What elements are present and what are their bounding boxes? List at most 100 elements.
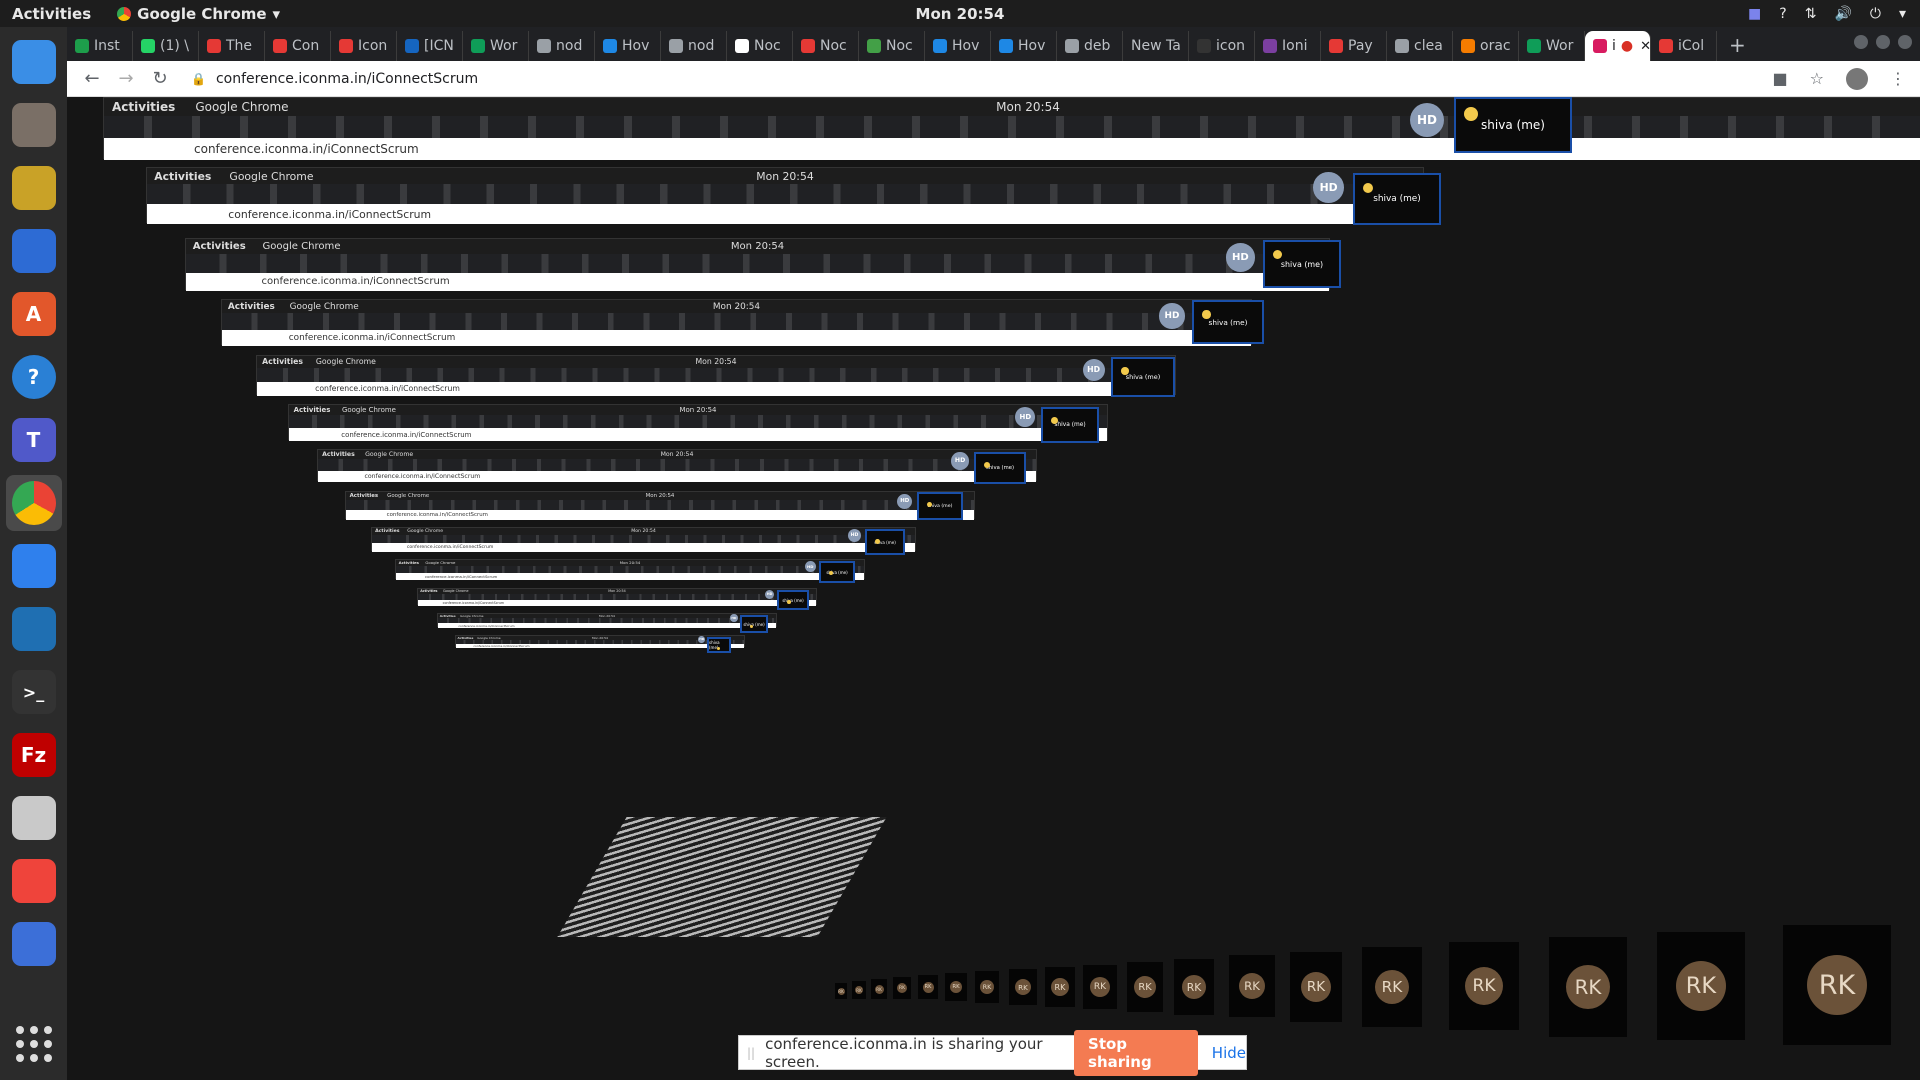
- browser-tab[interactable]: Hov: [991, 31, 1057, 61]
- profile-avatar[interactable]: [1846, 67, 1868, 90]
- participant-video-tile[interactable]: RK: [1083, 965, 1117, 1009]
- dock-item-files[interactable]: [6, 97, 62, 153]
- host-avatar[interactable]: HD: [1082, 358, 1105, 381]
- dock-item-terminal[interactable]: >_: [6, 664, 62, 720]
- self-video-tile[interactable]: shiva (me): [865, 529, 905, 555]
- self-video-tile[interactable]: shiva (me): [819, 561, 855, 583]
- browser-tab[interactable]: nod: [529, 31, 595, 61]
- self-video-tile[interactable]: shiva (me): [917, 492, 963, 520]
- participant-video-tile[interactable]: RK: [1174, 959, 1214, 1015]
- participant-video-tile[interactable]: RK: [945, 973, 967, 1001]
- host-avatar[interactable]: HD: [951, 452, 969, 470]
- volume-icon[interactable]: 🔊: [1834, 6, 1851, 22]
- self-video-tile[interactable]: shiva (me): [707, 637, 731, 653]
- power-icon[interactable]: ⏻: [1870, 6, 1881, 22]
- self-video-tile[interactable]: shiva (me): [1454, 97, 1572, 153]
- dock-item-filezilla[interactable]: Fz: [6, 727, 62, 783]
- back-icon[interactable]: ←: [83, 68, 101, 89]
- dock-item-vscode[interactable]: [6, 538, 62, 594]
- participant-video-tile[interactable]: RK: [1229, 955, 1275, 1017]
- self-video-tile[interactable]: shiva (me): [1263, 240, 1341, 288]
- browser-tab[interactable]: deb: [1057, 31, 1123, 61]
- host-avatar[interactable]: HD: [698, 636, 706, 643]
- host-avatar[interactable]: HD: [1159, 303, 1185, 329]
- dock-item-teams[interactable]: T: [6, 412, 62, 468]
- browser-tab[interactable]: Noc: [727, 31, 793, 61]
- network-icon[interactable]: ⇅: [1805, 6, 1817, 22]
- browser-tab[interactable]: Inst: [67, 31, 133, 61]
- dock-item-software-center[interactable]: A: [6, 286, 62, 342]
- hide-button[interactable]: Hide: [1212, 1044, 1246, 1062]
- browser-tab[interactable]: Hov: [925, 31, 991, 61]
- browser-tab[interactable]: Icon: [331, 31, 397, 61]
- stop-sharing-button[interactable]: Stop sharing: [1074, 1029, 1198, 1076]
- self-video-tile[interactable]: shiva (me): [1192, 300, 1264, 344]
- dock-item-rhythmbox[interactable]: [6, 160, 62, 216]
- close-tab-icon[interactable]: ✕: [1640, 39, 1650, 54]
- browser-tab[interactable]: Wor: [463, 31, 529, 61]
- help-icon[interactable]: ?: [1779, 6, 1786, 22]
- dock-item-anydesk[interactable]: [6, 853, 62, 909]
- participant-video-tile[interactable]: RK: [975, 971, 999, 1003]
- system-tray[interactable]: ■ ? ⇅ 🔊 ⏻ ▾: [1748, 0, 1906, 27]
- participant-video-tile[interactable]: RK: [893, 977, 911, 999]
- host-avatar[interactable]: HD: [1410, 103, 1444, 137]
- browser-tab[interactable]: clea: [1387, 31, 1453, 61]
- kebab-menu-icon[interactable]: ⋮: [1890, 69, 1906, 88]
- lock-icon[interactable]: 🔒: [191, 72, 206, 86]
- activities-button[interactable]: Activities: [12, 5, 91, 23]
- browser-tab[interactable]: Wor: [1519, 31, 1585, 61]
- clock[interactable]: Mon 20:54: [0, 5, 1920, 23]
- close-window-button[interactable]: [1898, 35, 1912, 49]
- browser-tab[interactable]: New Ta: [1123, 31, 1189, 61]
- participant-video-tile[interactable]: RK: [1449, 942, 1519, 1030]
- browser-tab[interactable]: Hov: [595, 31, 661, 61]
- host-avatar[interactable]: HD: [1226, 243, 1255, 272]
- browser-tab[interactable]: icon: [1189, 31, 1255, 61]
- browser-tab[interactable]: i ● ✕: [1585, 31, 1651, 61]
- self-video-tile[interactable]: shiva (me): [974, 452, 1026, 484]
- participant-video-tile[interactable]: RK: [1045, 967, 1075, 1007]
- dock-item-settings[interactable]: [6, 790, 62, 846]
- drag-handle-icon[interactable]: ||: [747, 1046, 755, 1060]
- browser-tab[interactable]: Noc: [859, 31, 925, 61]
- participant-video-tile[interactable]: RK: [1009, 969, 1037, 1005]
- browser-tab[interactable]: Pay: [1321, 31, 1387, 61]
- browser-tab[interactable]: nod: [661, 31, 727, 61]
- participant-video-tile[interactable]: RK: [1549, 937, 1627, 1037]
- self-video-tile[interactable]: shiva (me): [1353, 173, 1441, 225]
- new-tab-button[interactable]: +: [1729, 33, 1746, 57]
- dock-item-help[interactable]: ?: [6, 349, 62, 405]
- maximize-button[interactable]: [1876, 35, 1890, 49]
- self-video-tile[interactable]: shiva (me): [777, 590, 809, 610]
- dock-item-remote-desktop[interactable]: [6, 916, 62, 972]
- browser-tab[interactable]: [ICN: [397, 31, 463, 61]
- participant-video-tile[interactable]: RK: [1362, 947, 1422, 1027]
- dock-item-thunderbird[interactable]: [6, 34, 62, 90]
- dock-item-writer[interactable]: [6, 223, 62, 279]
- browser-tab[interactable]: iCol: [1651, 31, 1717, 61]
- host-avatar[interactable]: HD: [804, 560, 816, 572]
- browser-tab[interactable]: The: [199, 31, 265, 61]
- forward-icon[interactable]: →: [117, 68, 135, 89]
- bookmark-star-icon[interactable]: ☆: [1810, 69, 1824, 88]
- address-bar[interactable]: conference.iconma.in/iConnectScrum: [216, 71, 478, 87]
- minimize-button[interactable]: [1854, 35, 1868, 49]
- host-avatar[interactable]: HD: [1313, 172, 1344, 204]
- browser-tab[interactable]: Con: [265, 31, 331, 61]
- reload-icon[interactable]: ↻: [151, 68, 169, 89]
- participant-video-tile[interactable]: RK: [871, 979, 887, 999]
- participant-video-tile[interactable]: RK: [1127, 962, 1163, 1012]
- browser-tab[interactable]: Ioni: [1255, 31, 1321, 61]
- participant-video-tile[interactable]: RK: [1783, 925, 1891, 1045]
- self-video-tile[interactable]: shiva (me): [740, 615, 768, 633]
- chevron-down-icon[interactable]: ▾: [1899, 6, 1906, 22]
- participant-video-tile[interactable]: RK: [852, 981, 866, 999]
- participant-video-tile[interactable]: RK: [1290, 952, 1342, 1022]
- browser-tab[interactable]: Noc: [793, 31, 859, 61]
- teams-tray-icon[interactable]: ■: [1748, 6, 1761, 22]
- self-video-tile[interactable]: shiva (me): [1111, 357, 1175, 397]
- show-applications-button[interactable]: [15, 1026, 52, 1062]
- participant-video-tile[interactable]: RK: [835, 983, 847, 999]
- self-video-tile[interactable]: shiva (me): [1041, 407, 1099, 443]
